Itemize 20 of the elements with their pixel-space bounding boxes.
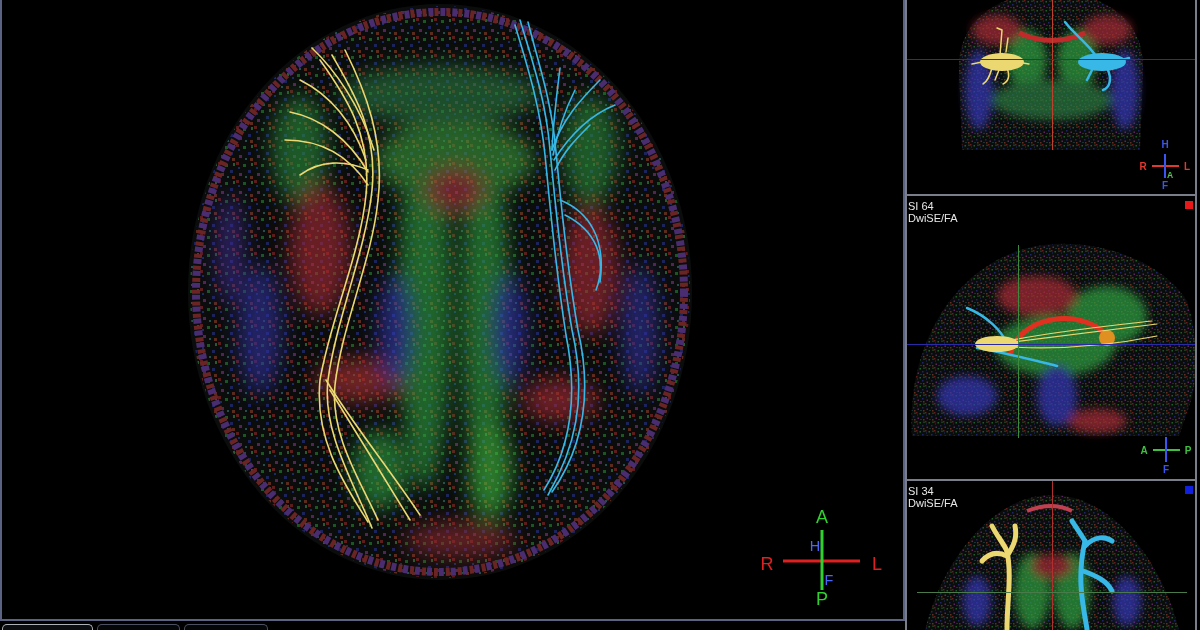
orientation-label: A: [1140, 445, 1148, 456]
orientation-label: H: [809, 538, 821, 554]
orientation-label: P: [1184, 445, 1192, 456]
orientation-label: P: [816, 589, 828, 609]
orientation-label: A: [1166, 170, 1174, 180]
orientation-label: F: [1161, 180, 1169, 191]
orientation-label: R: [1139, 161, 1147, 172]
orientation-label: H: [1161, 139, 1169, 150]
series-name-label: DwiSE/FA: [908, 212, 958, 224]
orientation-label: F: [1162, 464, 1170, 475]
orientation-label: L: [1183, 161, 1191, 172]
orientation-label: F: [824, 572, 834, 588]
fiber-tract: [1063, 20, 1131, 92]
orientation-label: L: [872, 554, 882, 574]
series-name-label: DwiSE/FA: [908, 497, 958, 509]
slice-number-label: SI 34: [908, 485, 935, 497]
orientation-label: R: [760, 554, 774, 574]
fiber-tract: [971, 27, 1030, 85]
slice-number-label: SI 64: [908, 200, 935, 212]
orientation-label: A: [816, 507, 828, 527]
